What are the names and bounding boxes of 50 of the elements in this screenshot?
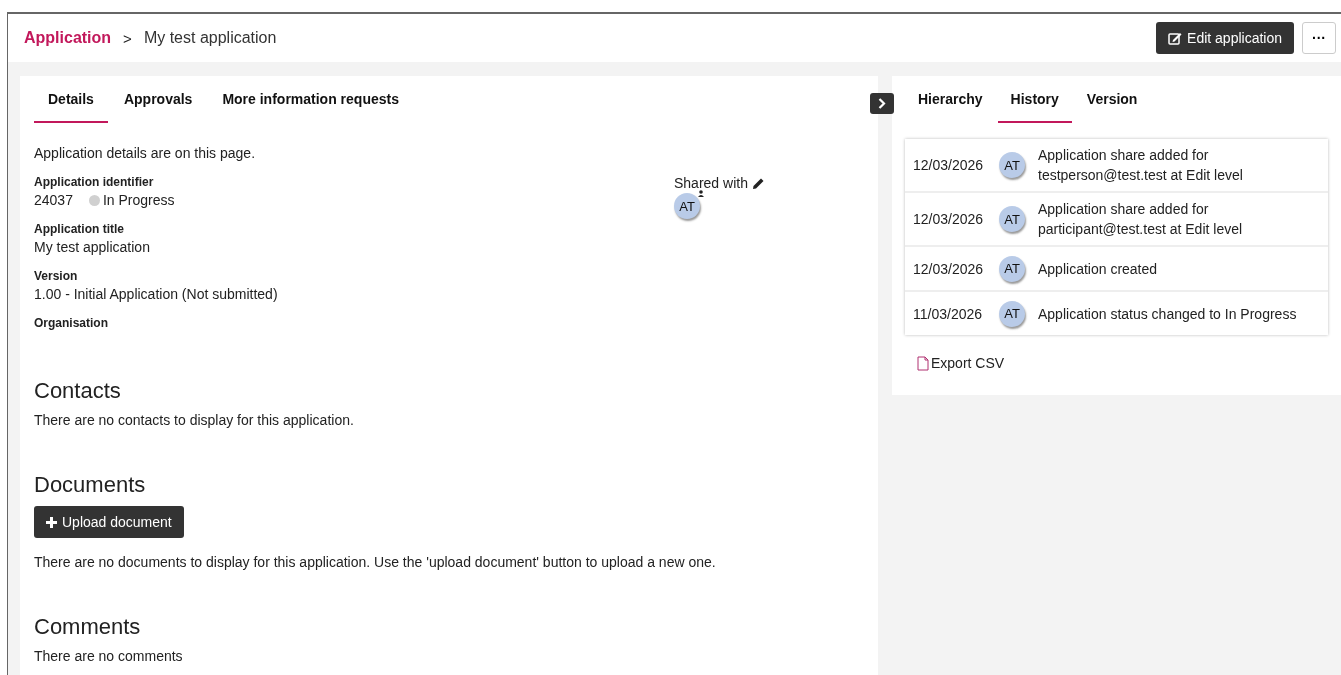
- section-text: There are no contacts to display for this application.: [34, 412, 355, 428]
- history-text: Application share added for testperson@test.test at Edit level: [1038, 146, 1244, 185]
- edit-button[interactable]: Edit application: [1156, 22, 1294, 54]
- history-date: 11/03/2026: [913, 305, 984, 322]
- history-date: 12/03/2026: [913, 211, 985, 227]
- tab[interactable]: History: [997, 76, 1072, 123]
- section-heading: Documents: [34, 472, 147, 498]
- history-text: Application created: [1038, 259, 1159, 279]
- person-icon: [698, 190, 704, 197]
- field-label: Application title: [34, 222, 125, 236]
- history-date: 12/03/2026: [913, 260, 985, 277]
- avatar: AT: [999, 255, 1025, 282]
- plus-icon: [46, 516, 57, 528]
- collapse-button[interactable]: [870, 93, 894, 114]
- status-label: In Progress: [102, 192, 175, 208]
- history-text: Application share added for participant@test.test at Edit level: [1038, 200, 1244, 239]
- history-text: Application status changed to In Progress: [1038, 304, 1298, 324]
- chevron-right-icon: [878, 98, 886, 109]
- more-button[interactable]: ···: [1302, 22, 1336, 54]
- avatar: AT: [999, 152, 1025, 178]
- field-value: 1.00 - Initial Application (Not submitted): [34, 286, 278, 302]
- status-dot-icon: [88, 194, 100, 206]
- section-heading: Contacts: [34, 378, 122, 404]
- intro-text: Application details are on this page.: [34, 145, 257, 161]
- breadcrumb-separator: >: [123, 29, 132, 47]
- tab[interactable]: More information requests: [208, 76, 413, 123]
- section-text: There are no documents to display for this application. Use the 'upload document' button to upload a new one.: [34, 554, 717, 570]
- field-value: My test application: [34, 239, 150, 255]
- export-link[interactable]: Export CSV: [917, 355, 1005, 371]
- edit-icon: [1168, 31, 1183, 45]
- history-date: 12/03/2026: [913, 157, 985, 173]
- field-label: Application identifier: [34, 175, 155, 189]
- tab[interactable]: Hierarchy: [905, 76, 996, 123]
- avatar: AT: [674, 193, 700, 219]
- field-label: Version: [34, 269, 79, 283]
- field-value: 24037: [34, 192, 73, 208]
- avatar: AT: [999, 206, 1025, 232]
- upload-button[interactable]: Upload document: [34, 506, 184, 538]
- section-text: There are no comments: [34, 648, 184, 664]
- shared-with-label: Shared with: [674, 175, 748, 191]
- tab[interactable]: Version: [1073, 76, 1151, 123]
- breadcrumb-link[interactable]: Application: [24, 29, 112, 47]
- file-icon: [917, 355, 929, 371]
- pencil-icon: [751, 176, 765, 190]
- breadcrumb-current: My test application: [143, 29, 277, 47]
- tab[interactable]: Approvals: [109, 76, 207, 123]
- section-heading: Comments: [34, 614, 142, 640]
- field-label: Organisation: [34, 316, 109, 330]
- avatar: AT: [999, 300, 1025, 327]
- tab[interactable]: Details: [34, 76, 108, 123]
